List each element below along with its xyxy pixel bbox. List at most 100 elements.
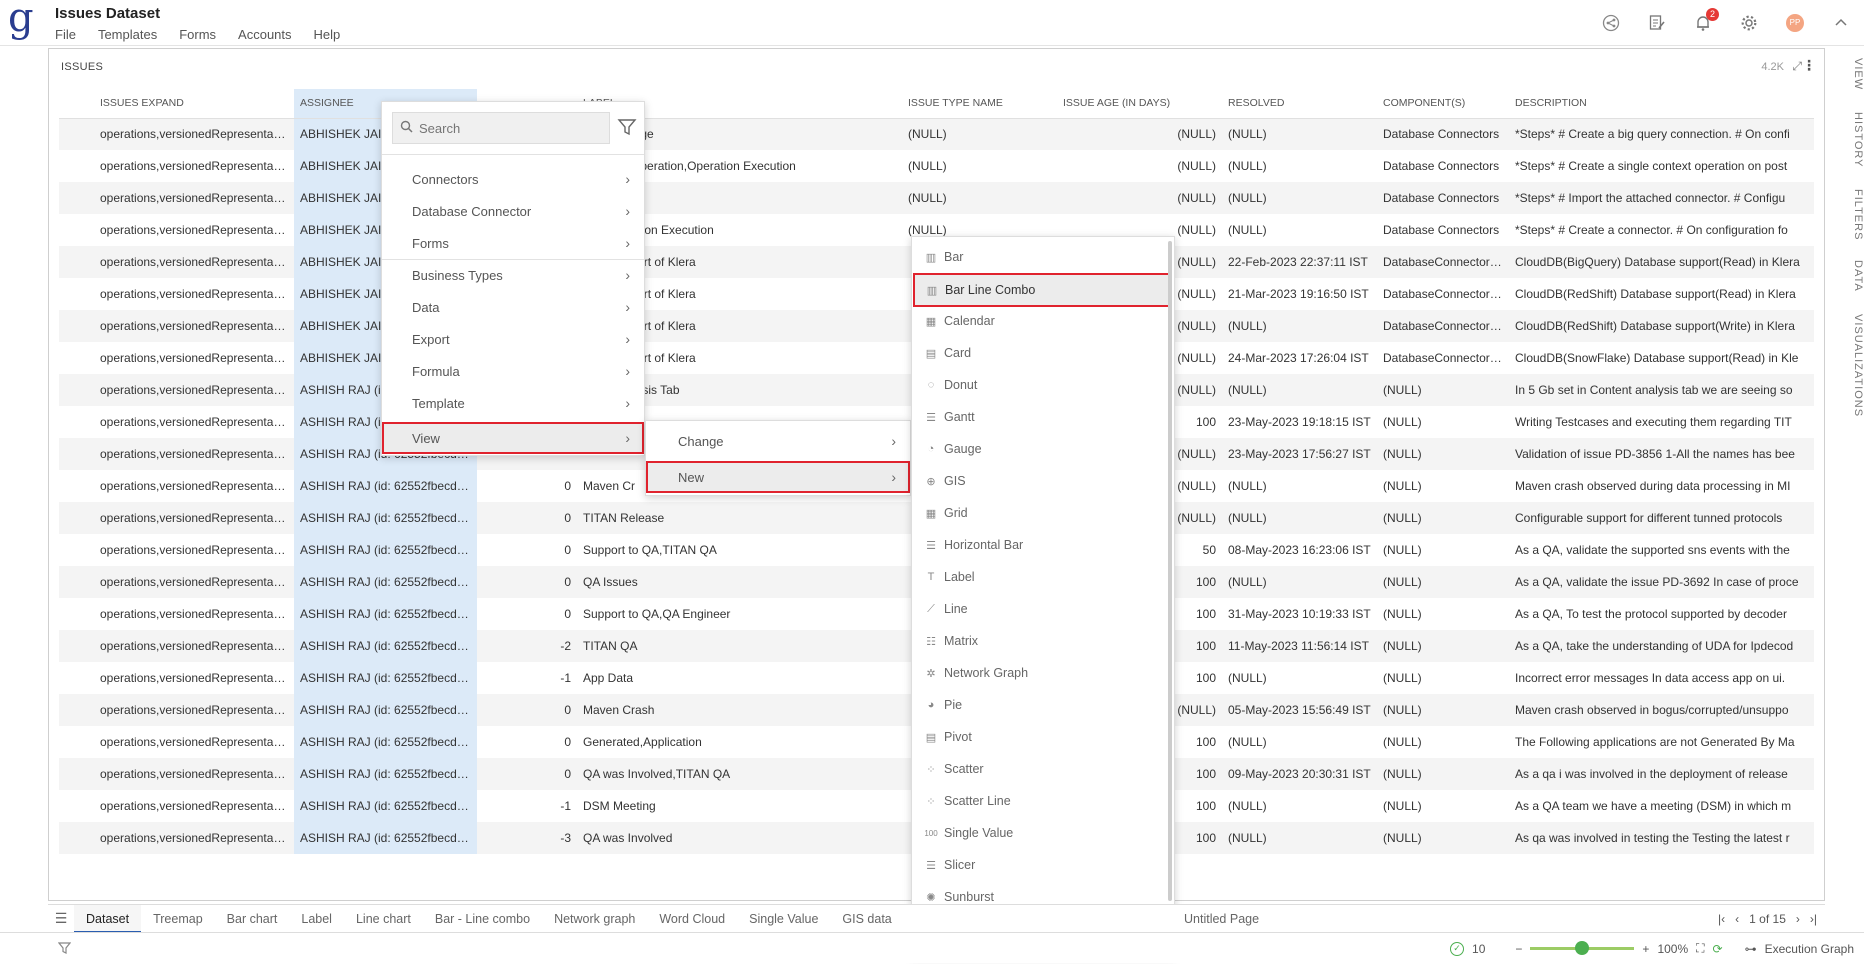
- table-cell[interactable]: (NULL): [1377, 470, 1509, 502]
- menu-templates[interactable]: Templates: [98, 27, 157, 42]
- table-cell[interactable]: operations,versionedRepresentatio...: [94, 246, 294, 278]
- table-cell[interactable]: Validation of issue PD-3856 1-All the na…: [1509, 438, 1814, 470]
- table-cell[interactable]: Database Connectors: [1377, 214, 1509, 246]
- tab-treemap[interactable]: Treemap: [141, 905, 215, 933]
- menu-item-forms[interactable]: Forms ›: [382, 227, 644, 259]
- table-cell[interactable]: CloudDB(RedShift) Database support(Read)…: [1509, 278, 1814, 310]
- table-cell[interactable]: ASHISH RAJ (id: 62552fbecdc...: [294, 598, 477, 630]
- tab-untitled-page[interactable]: Untitled Page: [1172, 905, 1271, 933]
- table-cell[interactable]: (NULL): [1222, 726, 1377, 758]
- table-cell[interactable]: (NULL): [1222, 182, 1377, 214]
- table-cell[interactable]: (NULL): [1222, 374, 1377, 406]
- table-cell[interactable]: QA Issues: [577, 566, 902, 598]
- table-cell[interactable]: 0: [477, 566, 577, 598]
- table-cell[interactable]: operations,versionedRepresentatio...: [94, 374, 294, 406]
- table-cell[interactable]: 0: [477, 694, 577, 726]
- table-cell[interactable]: Configurable support for different tunne…: [1509, 502, 1814, 534]
- table-cell[interactable]: (NULL): [1222, 822, 1377, 854]
- table-cell[interactable]: As a QA, take the understanding of UDA f…: [1509, 630, 1814, 662]
- table-cell[interactable]: 22-Feb-2023 22:37:11 IST: [1222, 246, 1377, 278]
- table-cell[interactable]: As a QA, validate the supported sns even…: [1509, 534, 1814, 566]
- execution-graph-link[interactable]: Execution Graph: [1765, 942, 1854, 956]
- table-cell[interactable]: 21-Mar-2023 19:16:50 IST: [1222, 278, 1377, 310]
- edit-notes-icon[interactable]: [1634, 0, 1680, 46]
- tab-single-value[interactable]: Single Value: [737, 905, 830, 933]
- table-cell[interactable]: CloudDB(SnowFlake) Database support(Read…: [1509, 342, 1814, 374]
- table-cell[interactable]: operations,versionedRepresentatio...: [94, 278, 294, 310]
- share-icon[interactable]: [1588, 0, 1634, 46]
- table-cell[interactable]: operations,versionedRepresentatio...: [94, 214, 294, 246]
- side-tab-filters[interactable]: FILTERS: [1840, 189, 1864, 240]
- vis-item-scatter[interactable]: ⁘ Scatter: [912, 753, 1172, 785]
- table-cell[interactable]: operations,versionedRepresentatio...: [94, 182, 294, 214]
- first-page-icon[interactable]: |‹: [1718, 912, 1725, 926]
- vis-item-gantt[interactable]: ☰ Gantt: [912, 401, 1172, 433]
- table-cell[interactable]: operations,versionedRepresentatio...: [94, 342, 294, 374]
- table-cell[interactable]: operations,versionedRepresentatio...: [94, 502, 294, 534]
- table-cell[interactable]: ASHISH RAJ (id: 62552fbecdc...: [294, 502, 477, 534]
- table-cell[interactable]: 0: [477, 758, 577, 790]
- table-cell[interactable]: (NULL): [1377, 566, 1509, 598]
- table-cell[interactable]: (NULL): [1377, 598, 1509, 630]
- vis-item-pie[interactable]: ◕ Pie: [912, 689, 1172, 721]
- filter-icon[interactable]: [57, 941, 72, 957]
- table-row[interactable]: operations,versionedRepresentatio... ABHI…: [59, 182, 1814, 214]
- table-cell[interactable]: 23-May-2023 17:56:27 IST: [1222, 438, 1377, 470]
- menu-item-business-types[interactable]: Business Types ›: [382, 259, 644, 291]
- table-cell[interactable]: (NULL): [1222, 118, 1377, 150]
- table-cell[interactable]: ASHISH RAJ (id: 62552fbecdc...: [294, 726, 477, 758]
- table-cell[interactable]: (NULL): [1057, 182, 1222, 214]
- table-cell[interactable]: 0: [477, 502, 577, 534]
- table-cell[interactable]: operations,versionedRepresentatio...: [94, 790, 294, 822]
- table-cell[interactable]: (NULL): [902, 182, 1057, 214]
- table-cell[interactable]: The Following applications are not Gener…: [1509, 726, 1814, 758]
- table-cell[interactable]: App Data: [577, 662, 902, 694]
- vis-item-card[interactable]: ▤ Card: [912, 337, 1172, 369]
- table-cell[interactable]: ASHISH RAJ (id: 62552fbecdc...: [294, 534, 477, 566]
- table-cell[interactable]: -1: [477, 790, 577, 822]
- table-cell[interactable]: ASHISH RAJ (id: 62552fbecdc...: [294, 566, 477, 598]
- menu-item-formula[interactable]: Formula ›: [382, 355, 644, 387]
- table-cell[interactable]: (NULL): [1222, 502, 1377, 534]
- vis-item-label[interactable]: T Label: [912, 561, 1172, 593]
- expand-icon[interactable]: ⤢: [1792, 59, 1802, 74]
- table-cell[interactable]: As a QA team we have a meeting (DSM) in …: [1509, 790, 1814, 822]
- table-cell[interactable]: Incorrect error messages In data access …: [1509, 662, 1814, 694]
- filter-funnel-icon[interactable]: [614, 114, 640, 140]
- table-cell[interactable]: (NULL): [902, 118, 1057, 150]
- app-logo[interactable]: g: [8, 0, 34, 40]
- table-cell[interactable]: (NULL): [1377, 790, 1509, 822]
- table-cell[interactable]: (NULL): [1057, 118, 1222, 150]
- table-cell[interactable]: operations,versionedRepresentatio...: [94, 694, 294, 726]
- zoom-slider-knob[interactable]: [1575, 941, 1590, 955]
- table-cell[interactable]: 0: [477, 726, 577, 758]
- menu-search-input[interactable]: [419, 120, 599, 136]
- tab-network-graph[interactable]: Network graph: [542, 905, 647, 933]
- table-cell[interactable]: ASHISH RAJ (id: 62552fbecdc...: [294, 470, 477, 502]
- table-cell[interactable]: DatabaseConnector:...: [1377, 342, 1509, 374]
- table-cell[interactable]: 24-Mar-2023 17:26:04 IST: [1222, 342, 1377, 374]
- user-avatar[interactable]: PP: [1772, 0, 1818, 46]
- table-cell[interactable]: 09-May-2023 20:30:31 IST: [1222, 758, 1377, 790]
- vis-item-calendar[interactable]: ▦ Calendar: [912, 305, 1172, 337]
- menu-item-export[interactable]: Export ›: [382, 323, 644, 355]
- vis-item-grid[interactable]: ▦ Grid: [912, 497, 1172, 529]
- table-cell[interactable]: As a QA, To test the protocol supported …: [1509, 598, 1814, 630]
- table-cell[interactable]: operations,versionedRepresentatio...: [94, 598, 294, 630]
- column-header[interactable]: ISSUES EXPAND: [94, 89, 294, 119]
- table-cell[interactable]: (NULL): [1057, 150, 1222, 182]
- column-header[interactable]: DESCRIPTION: [1509, 89, 1814, 119]
- vis-item-bar-line-combo[interactable]: ▥ Bar Line Combo: [913, 273, 1171, 307]
- table-cell[interactable]: 05-May-2023 15:56:49 IST: [1222, 694, 1377, 726]
- column-header[interactable]: ISSUE TYPE NAME: [902, 89, 1057, 119]
- table-cell[interactable]: operations,versionedRepresentatio...: [94, 822, 294, 854]
- refresh-icon[interactable]: ⟳: [1713, 942, 1723, 956]
- table-cell[interactable]: 23-May-2023 19:18:15 IST: [1222, 406, 1377, 438]
- table-cell[interactable]: (NULL): [1377, 502, 1509, 534]
- execution-graph-icon[interactable]: ⊶: [1745, 942, 1757, 956]
- table-cell[interactable]: As a qa i was involved in the deployment…: [1509, 758, 1814, 790]
- vis-item-network-graph[interactable]: ✲ Network Graph: [912, 657, 1172, 689]
- table-cell[interactable]: operations,versionedRepresentatio...: [94, 310, 294, 342]
- tab-label[interactable]: Label: [289, 905, 344, 933]
- table-cell[interactable]: Database Connectors: [1377, 182, 1509, 214]
